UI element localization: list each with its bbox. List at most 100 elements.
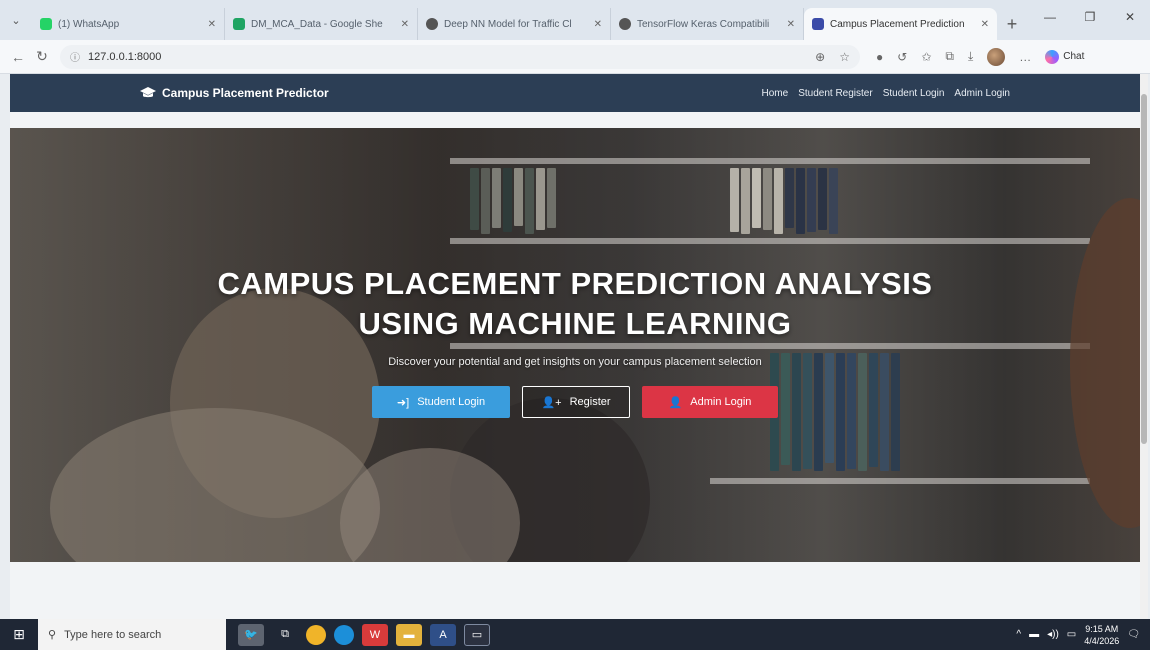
anaconda-icon[interactable]: A (430, 623, 456, 646)
downloads-icon[interactable]: ⤓ (968, 49, 973, 64)
books-row (730, 168, 838, 236)
profile-avatar[interactable] (987, 47, 1006, 66)
volume-icon[interactable]: ◂)) (1047, 629, 1059, 640)
system-tray: ^ ▬ ◂)) ▭ 9:15 AM 4/4/2026 🗨 (1016, 619, 1140, 650)
github-icon (619, 18, 631, 30)
notification-icon[interactable]: 🗨 (1127, 629, 1140, 640)
scrollbar-thumb[interactable] (1141, 94, 1147, 444)
tab-search-icon[interactable]: ⌄ (0, 4, 32, 36)
chrome-icon[interactable] (306, 624, 326, 645)
refresh-ext-icon[interactable]: ↺ (897, 50, 907, 64)
close-icon[interactable]: ✕ (787, 19, 795, 30)
hero-title: CAMPUS PLACEMENT PREDICTION ANALYSIS USI… (10, 264, 1140, 344)
sign-in-icon: ➜] (396, 396, 410, 409)
copilot-label: Chat (1063, 51, 1085, 62)
taskbar-search-placeholder: Type here to search (64, 628, 162, 641)
user-shield-icon: 👤 (668, 396, 683, 409)
restore-icon[interactable]: ❐ (1070, 4, 1110, 30)
github-icon (426, 18, 438, 30)
close-icon[interactable]: ✕ (981, 19, 989, 30)
minimize-icon[interactable]: — (1030, 4, 1070, 30)
site-favicon-icon (812, 18, 824, 30)
hero-title-line1: CAMPUS PLACEMENT PREDICTION ANALYSIS (217, 266, 933, 301)
favorites-icon[interactable]: ✩ (921, 50, 931, 64)
register-button[interactable]: 👤+ Register (522, 386, 630, 418)
admin-login-button[interactable]: 👤 Admin Login (642, 386, 778, 418)
bookshelf-line (450, 158, 1090, 164)
clock[interactable]: 9:15 AM 4/4/2026 (1084, 623, 1119, 647)
file-explorer-icon[interactable]: ▬ (396, 623, 422, 646)
nav-admin-login-link[interactable]: Admin Login (954, 88, 1010, 99)
taskbar-apps: 🐦 ⧉ W ▬ A ▭ (238, 623, 490, 646)
copilot-button[interactable]: Chat (1045, 49, 1085, 64)
nav-links: Home Student Register Student Login Admi… (762, 88, 1011, 99)
register-label: Register (569, 396, 611, 408)
search-icon: ⚲ (48, 629, 57, 641)
wps-office-icon[interactable]: W (362, 623, 388, 646)
nav-student-register-link[interactable]: Student Register (798, 88, 873, 99)
user-plus-icon: 👤+ (541, 396, 562, 409)
new-tab-button[interactable]: + (997, 8, 1027, 40)
edge-icon[interactable] (334, 624, 354, 645)
site-navbar: Campus Placement Predictor Home Student … (10, 74, 1140, 112)
graduation-cap-icon (140, 87, 156, 98)
tab-title: Deep NN Model for Traffic Cl (444, 18, 572, 30)
hero-title-line2: USING MACHINE LEARNING (358, 306, 792, 341)
brand[interactable]: Campus Placement Predictor (140, 86, 329, 100)
hero-section: CAMPUS PLACEMENT PREDICTION ANALYSIS USI… (10, 128, 1140, 562)
reload-icon[interactable]: ↻ (30, 48, 54, 65)
task-view-icon[interactable]: ⧉ (272, 624, 298, 646)
zoom-icon[interactable]: ⊕ (815, 50, 825, 64)
back-icon[interactable]: ← (6, 49, 30, 65)
bookshelf-line (710, 478, 1090, 484)
tab-deep-nn[interactable]: Deep NN Model for Traffic Cl ✕ (418, 8, 611, 40)
tab-tensorflow[interactable]: TensorFlow Keras Compatibili ✕ (611, 8, 804, 40)
tray-chevron-icon[interactable]: ^ (1016, 629, 1021, 640)
browser-tab-strip: ⌄ (1) WhatsApp ✕ DM_MCA_Data - Google Sh… (0, 0, 1150, 40)
collections-icon[interactable]: ⧉ (945, 49, 954, 64)
hero-content: CAMPUS PLACEMENT PREDICTION ANALYSIS USI… (10, 264, 1140, 418)
extension-icons: ● ↺ ✩ ⧉ ⤓ … Chat (876, 47, 1085, 66)
sheets-icon (233, 18, 245, 30)
battery-icon[interactable]: ▭ (1067, 629, 1076, 640)
tab-title: (1) WhatsApp (58, 18, 120, 30)
network-icon[interactable]: ▬ (1029, 629, 1039, 640)
student-login-label: Student Login (417, 396, 486, 408)
taskbar-search[interactable]: ⚲ Type here to search (38, 619, 226, 650)
tab-title: Campus Placement Prediction (830, 18, 965, 30)
terminal-icon[interactable]: ▭ (464, 623, 490, 646)
window-controls: — ❐ ✕ (1030, 4, 1150, 30)
more-menu-icon[interactable]: … (1019, 50, 1031, 64)
windows-start-icon[interactable]: ⊞ (0, 619, 38, 650)
site-info-icon[interactable]: ⓘ (70, 49, 80, 64)
close-icon[interactable]: ✕ (208, 19, 216, 30)
copilot-icon (1045, 49, 1060, 64)
nav-student-login-link[interactable]: Student Login (883, 88, 945, 99)
brand-name: Campus Placement Predictor (162, 86, 329, 100)
url-text: 127.0.0.1:8000 (88, 50, 162, 63)
bookshelf-line (450, 238, 1090, 244)
page-scrollbar[interactable] (1140, 74, 1148, 619)
tab-sheets[interactable]: DM_MCA_Data - Google She ✕ (225, 8, 418, 40)
bookmark-star-icon[interactable]: ☆ (839, 50, 850, 64)
close-icon[interactable]: ✕ (401, 19, 409, 30)
nav-home-link[interactable]: Home (762, 88, 789, 99)
whatsapp-icon (40, 18, 52, 30)
tab-campus-placement[interactable]: Campus Placement Prediction ✕ (804, 8, 997, 40)
tab-whatsapp[interactable]: (1) WhatsApp ✕ (32, 8, 225, 40)
close-icon[interactable]: ✕ (594, 19, 602, 30)
browser-toolbar: ← ↻ ⓘ 127.0.0.1:8000 ⊕ ☆ ● ↺ ✩ ⧉ ⤓ … Cha… (0, 40, 1150, 74)
web-page: Campus Placement Predictor Home Student … (10, 74, 1140, 619)
address-bar[interactable]: ⓘ 127.0.0.1:8000 ⊕ ☆ (60, 44, 860, 69)
windows-taskbar: ⊞ ⚲ Type here to search 🐦 ⧉ W ▬ A ▭ ^ ▬ … (0, 619, 1150, 650)
tab-title: DM_MCA_Data - Google She (251, 18, 383, 30)
student-login-button[interactable]: ➜] Student Login (372, 386, 510, 418)
hero-subtitle: Discover your potential and get insights… (388, 356, 762, 368)
admin-login-label: Admin Login (690, 396, 752, 408)
clock-time: 9:15 AM (1085, 623, 1119, 634)
extension-icon[interactable]: ● (876, 50, 883, 64)
close-window-icon[interactable]: ✕ (1110, 4, 1150, 30)
books-row (470, 168, 556, 236)
cortana-bird-icon[interactable]: 🐦 (238, 623, 264, 646)
tab-title: TensorFlow Keras Compatibili (637, 18, 770, 30)
